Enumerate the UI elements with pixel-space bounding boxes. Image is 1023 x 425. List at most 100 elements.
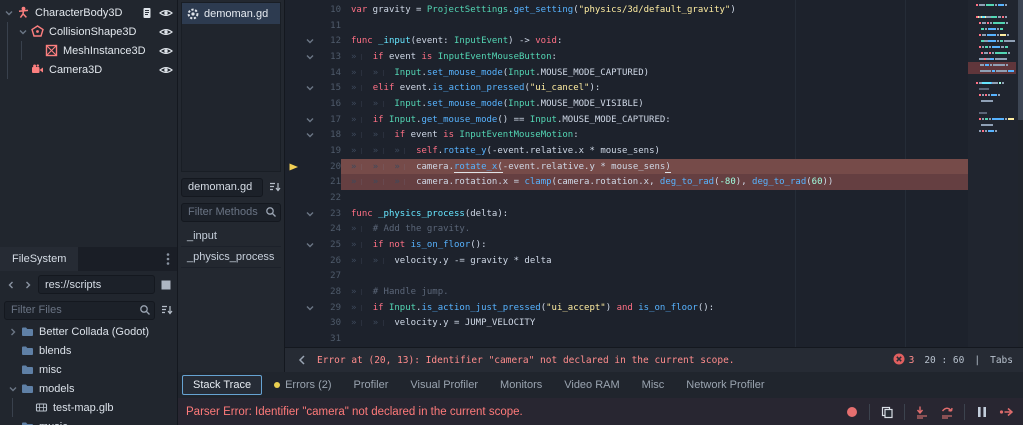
scene-node-camera3d[interactable]: Camera3D <box>0 60 177 79</box>
code-line[interactable]: 15 » elif event.is_action_pressed("ui_canc… <box>285 80 1023 96</box>
code-line[interactable]: 24 » # Add the gravity. <box>285 221 1023 237</box>
scene-node-collisionshape3d[interactable]: CollisionShape3D <box>0 22 177 41</box>
fold-chevron-icon[interactable] <box>303 52 317 62</box>
debugger-tabs: Stack Trace Errors (2) Profiler Visual P… <box>178 372 1023 398</box>
fs-item[interactable]: models <box>0 379 177 398</box>
tab-filesystem[interactable]: FileSystem <box>0 247 79 271</box>
tab-network-profiler[interactable]: Network Profiler <box>676 376 774 394</box>
mesh-instance-3d-icon <box>44 43 59 58</box>
scene-node-meshinstance3d[interactable]: MeshInstance3D <box>0 41 177 60</box>
step-over-icon <box>940 405 954 419</box>
fold-chevron-icon[interactable] <box>303 209 317 219</box>
minimap[interactable] <box>968 0 1018 347</box>
tab-misc[interactable]: Misc <box>632 376 675 394</box>
code-line[interactable]: 29 » if Input.is_action_just_pressed("ui_a… <box>285 300 1023 316</box>
visibility-eye-icon[interactable] <box>158 43 174 59</box>
code-line[interactable]: 13 » if event is InputEventMouseButton: <box>285 49 1023 65</box>
sort-methods-icon[interactable] <box>267 178 281 196</box>
collision-shape-3d-icon <box>30 24 45 39</box>
code-line[interactable]: 19 »»» self.rotate_y(-event.relative.x * m… <box>285 143 1023 159</box>
script-name-field[interactable] <box>181 177 263 197</box>
tab-profiler[interactable]: Profiler <box>344 376 399 394</box>
tab-visual-profiler[interactable]: Visual Profiler <box>400 376 488 394</box>
dock-menu-icon[interactable] <box>159 247 177 271</box>
code-line[interactable]: 22 <box>285 190 1023 206</box>
filter-files-input[interactable] <box>4 300 155 320</box>
code-line[interactable]: 25 » if not is_on_floor(): <box>285 237 1023 253</box>
code-text: » elif event.is_action_pressed("ui_cancel… <box>351 83 601 94</box>
method-item[interactable]: _physics_process <box>181 247 281 268</box>
tab-monitors[interactable]: Monitors <box>490 376 552 394</box>
visibility-eye-icon[interactable] <box>158 62 174 78</box>
code-line[interactable]: 11 <box>285 18 1023 34</box>
continue-button[interactable] <box>999 404 1015 420</box>
code-line[interactable]: 27 <box>285 268 1023 284</box>
line-number: 20 <box>330 161 341 172</box>
visibility-eye-icon[interactable] <box>158 5 174 21</box>
sort-icon[interactable] <box>159 301 173 319</box>
fold-chevron-icon[interactable] <box>303 303 317 313</box>
folder-icon <box>20 362 35 377</box>
tab-errors-2-[interactable]: Errors (2) <box>264 376 341 394</box>
forward-icon[interactable] <box>21 276 35 294</box>
fs-item[interactable]: Better Collada (Godot) <box>0 322 177 341</box>
tab-stack-trace[interactable]: Stack Trace <box>182 375 263 395</box>
code-line[interactable]: 21 »»» camera.rotation.x = clamp(camera.ro… <box>285 174 1023 191</box>
path-field[interactable] <box>38 275 155 294</box>
visibility-eye-icon[interactable] <box>158 24 174 40</box>
back-icon[interactable] <box>4 276 18 294</box>
fs-item[interactable]: blends <box>0 341 177 360</box>
code-text: » if not is_on_floor(): <box>351 239 487 250</box>
code-line[interactable]: 26 »» velocity.y -= gravity * delta <box>285 253 1023 269</box>
code-line[interactable]: 16 »» Input.set_mouse_mode(Input.MOUSE_MOD… <box>285 96 1023 112</box>
fold-chevron-icon[interactable] <box>303 36 317 46</box>
parser-error-text[interactable]: Parser Error: Identifier "camera" not de… <box>186 406 836 418</box>
status-error-text[interactable]: Error at (20, 13): Identifier "camera" n… <box>317 355 885 366</box>
code-text: » if Input.is_action_just_pressed("ui_acc… <box>351 302 715 313</box>
step-over-button[interactable] <box>939 404 955 420</box>
vertical-scrollbar[interactable] <box>1018 0 1023 347</box>
method-item[interactable]: _input <box>181 226 281 247</box>
fs-item[interactable]: music <box>0 417 177 425</box>
fold-chevron-icon[interactable] <box>303 115 317 125</box>
tab-video-ram[interactable]: Video RAM <box>554 376 629 394</box>
indent-mode[interactable]: Tabs <box>990 355 1013 366</box>
fs-item[interactable]: test-map.glb <box>0 398 177 417</box>
code-text: » # Add the gravity. <box>351 224 471 235</box>
fs-item[interactable]: misc <box>0 360 177 379</box>
fold-chevron-icon[interactable] <box>303 240 317 250</box>
chevron-right-icon[interactable] <box>6 327 20 337</box>
code-line[interactable]: 20 »»» camera.rotate_x(-event.relative.y *… <box>285 158 1023 175</box>
chevron-down-icon[interactable] <box>2 8 16 18</box>
script-item[interactable]: demoman.gd <box>182 3 280 24</box>
skip-breakpoints-button[interactable] <box>844 404 860 420</box>
scrollbar-thumb[interactable] <box>1018 0 1023 120</box>
copy-error-button[interactable] <box>879 404 895 420</box>
script-icon[interactable] <box>139 5 155 21</box>
code-line[interactable]: 23 func _physics_process(delta): <box>285 206 1023 222</box>
step-into-button[interactable] <box>914 404 930 420</box>
code-line[interactable]: 31 <box>285 331 1023 347</box>
code-line[interactable]: 14 »» Input.set_mouse_mode(Input.MOUSE_MOD… <box>285 65 1023 81</box>
scene-node-characterbody3d[interactable]: CharacterBody3D <box>0 3 177 22</box>
mesh-file-icon <box>34 400 49 415</box>
toggle-split-icon[interactable] <box>158 277 173 292</box>
tree-guide <box>21 41 22 60</box>
node-label: CharacterBody3D <box>35 6 123 19</box>
fold-chevron-icon[interactable] <box>303 130 317 140</box>
code-line[interactable]: 18 »» if event is InputEventMouseMotion: <box>285 127 1023 143</box>
break-button[interactable] <box>974 404 990 420</box>
code-line[interactable]: 28 » # Handle jump. <box>285 284 1023 300</box>
code-line[interactable]: 17 » if Input.get_mouse_mode() == Input.MO… <box>285 112 1023 128</box>
chevron-left-icon[interactable] <box>295 351 309 369</box>
code-line[interactable]: 10 var gravity = ProjectSettings.get_sett… <box>285 2 1023 18</box>
tab-label: Errors (2) <box>285 379 332 391</box>
code-editor[interactable]: 10 var gravity = ProjectSettings.get_sett… <box>285 0 1023 347</box>
chevron-down-icon[interactable] <box>6 384 20 394</box>
error-count-badge[interactable]: 3 <box>893 353 914 368</box>
fold-chevron-icon[interactable] <box>303 83 317 93</box>
code-line[interactable]: 12 func _input(event: InputEvent) -> void… <box>285 33 1023 49</box>
code-text: »» Input.set_mouse_mode(Input.MOUSE_MODE_… <box>351 67 650 78</box>
code-line[interactable]: 30 »» velocity.y = JUMP_VELOCITY <box>285 315 1023 331</box>
chevron-down-icon[interactable] <box>16 27 30 37</box>
